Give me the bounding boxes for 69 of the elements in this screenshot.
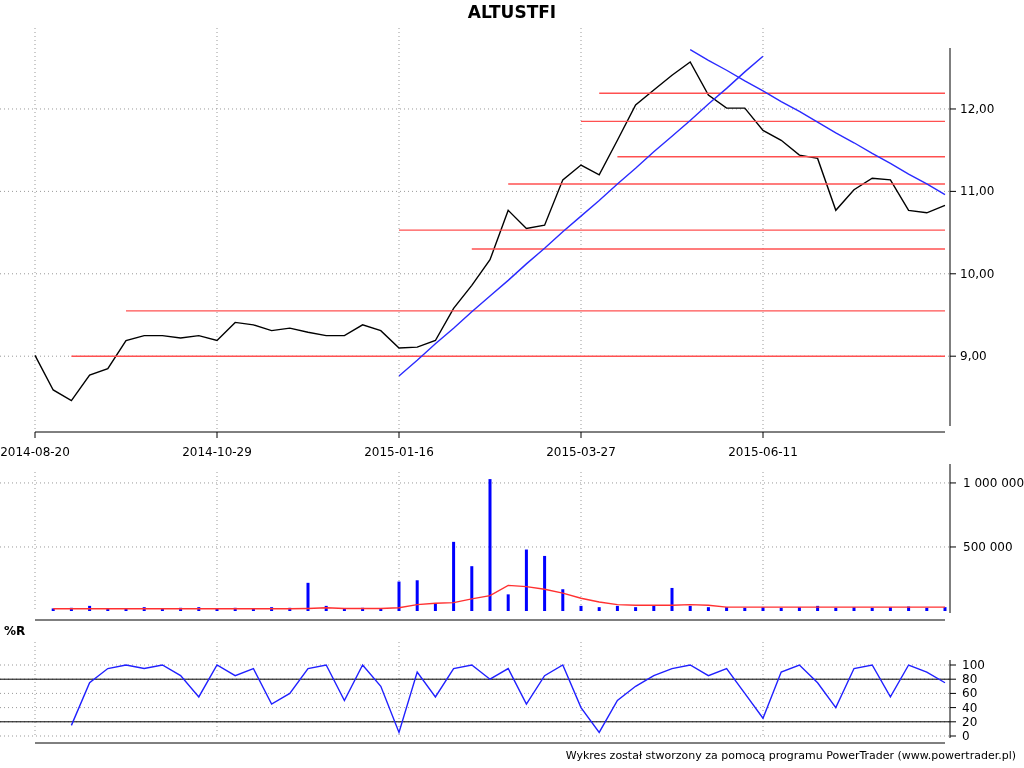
volume-bar	[725, 607, 729, 611]
volume-bar	[652, 605, 656, 611]
footer-credit: Wykres został stworzony za pomocą programu PowerTrader (www.powertrader.pl)	[565, 748, 1016, 764]
volume-bar	[834, 607, 838, 611]
axis-tick-label: 40	[962, 700, 978, 715]
axis-tick-label: 20	[962, 714, 978, 729]
axis-tick-label: 11,00	[960, 184, 995, 199]
volume-bar	[361, 607, 365, 611]
volume-bar	[943, 607, 947, 611]
date-label: 2015-06-11	[728, 445, 798, 459]
volume-bar	[634, 607, 638, 611]
volume-bar	[270, 607, 274, 611]
volume-bar	[124, 608, 128, 611]
date-label: 2014-08-20	[0, 445, 70, 459]
volume-bar	[51, 608, 55, 611]
axis-tick-label: 100	[962, 658, 985, 672]
axis-tick-label: 500 000	[963, 540, 1013, 554]
volume-bar	[142, 607, 146, 611]
volume-bar	[706, 607, 710, 611]
volume-bar	[888, 607, 892, 611]
volume-bar	[69, 607, 73, 611]
volume-bar	[524, 549, 528, 611]
volume-bar	[597, 607, 601, 611]
volume-bar	[306, 582, 310, 611]
volume-bar	[670, 587, 674, 611]
axis-tick-label: 0	[962, 729, 970, 743]
volume-bar	[816, 605, 820, 611]
volume-bar	[215, 608, 219, 611]
volume-bar	[852, 607, 856, 611]
volume-bar	[233, 607, 237, 611]
volume-bar	[415, 580, 419, 611]
volume-bar	[615, 605, 619, 611]
volume-bar	[779, 607, 783, 611]
axis-tick-label: 12,00	[960, 102, 995, 116]
axis-tick-label: 10,00	[960, 266, 995, 281]
volume-bar	[743, 607, 747, 611]
volume-bar	[197, 607, 201, 611]
axis-tick-label: 60	[962, 686, 978, 701]
date-label: 2015-01-16	[364, 445, 434, 459]
volume-bar	[506, 594, 510, 611]
volume-bar	[342, 608, 346, 611]
volume-bar	[160, 608, 164, 611]
volume-bar	[251, 608, 255, 611]
volume-bar	[925, 607, 929, 611]
indicator-label: %R	[4, 623, 26, 640]
volume-bar	[561, 589, 565, 611]
volume-bar	[324, 605, 328, 611]
volume-bar	[543, 555, 547, 611]
axis-tick-label: 9,00	[960, 349, 987, 364]
volume-bar	[106, 608, 110, 611]
volume-bar	[797, 607, 801, 611]
volume-bar	[761, 607, 765, 611]
volume-bar	[288, 607, 292, 611]
volume-bar	[688, 605, 692, 611]
volume-bar	[870, 607, 874, 611]
volume-bar	[88, 605, 92, 611]
date-label: 2014-10-29	[182, 445, 252, 459]
chart-title: ALTUSTFI	[467, 1, 557, 25]
axis-tick-label: 1 000 000	[963, 475, 1024, 490]
volume-bar	[179, 607, 183, 611]
volume-bar	[579, 605, 583, 611]
volume-bar	[379, 608, 383, 611]
date-label: 2015-03-27	[546, 445, 616, 459]
volume-bar	[470, 566, 474, 611]
volume-bar	[907, 606, 911, 611]
axis-tick-label: 80	[962, 672, 978, 687]
volume-bar	[452, 541, 456, 611]
volume-bar	[433, 603, 437, 611]
volume-bar	[397, 581, 401, 611]
